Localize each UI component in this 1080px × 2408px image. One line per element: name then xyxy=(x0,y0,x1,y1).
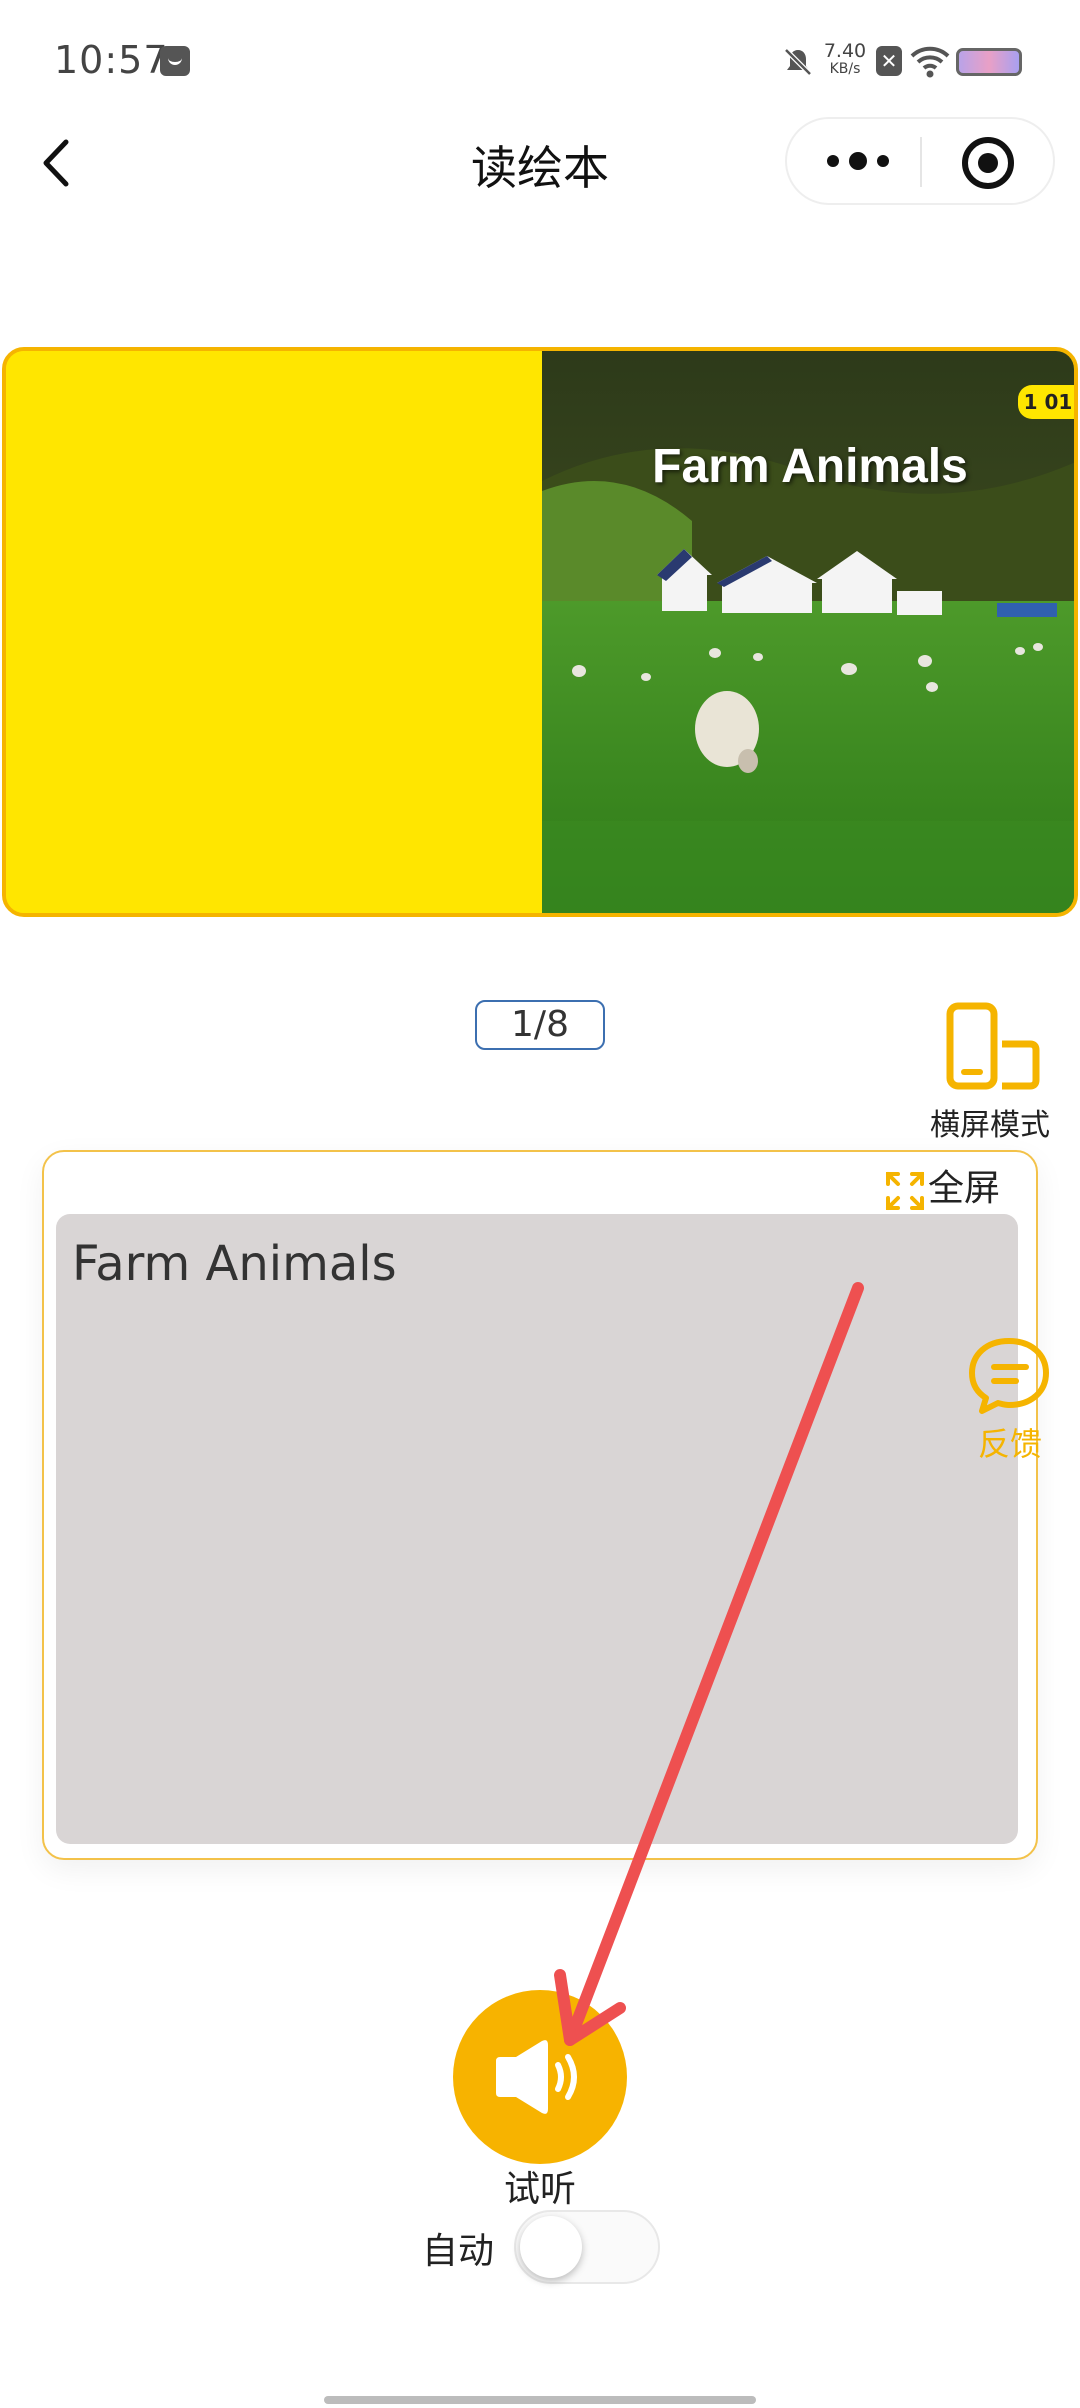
feedback-button[interactable]: 反馈 xyxy=(960,1335,1060,1465)
status-time: 10:57 xyxy=(54,38,169,82)
listen-button[interactable] xyxy=(453,1990,627,2164)
wifi-icon xyxy=(910,46,950,78)
message-icon xyxy=(160,46,190,76)
more-dots-icon xyxy=(826,155,839,167)
page-indicator: 1/8 xyxy=(475,1000,605,1050)
cover-title: Farm Animals xyxy=(652,440,968,493)
listen-label: 试听 xyxy=(503,2169,576,2210)
home-indicator xyxy=(324,2396,756,2404)
page-text-panel: Farm Animals xyxy=(56,1214,1018,1844)
reading-text-card: 全屏 Farm Animals xyxy=(42,1150,1038,1860)
page-badge: 1 01 xyxy=(1018,385,1074,419)
fullscreen-button[interactable]: 全屏 xyxy=(884,1164,1034,1214)
toggle-knob xyxy=(520,2216,582,2278)
network-speed-unit: KB/s xyxy=(829,61,861,77)
network-speed-value: 7.40 xyxy=(823,40,867,62)
target-circle-icon[interactable] xyxy=(958,133,1018,193)
mute-bell-icon xyxy=(784,48,812,76)
chat-bubble-icon xyxy=(969,1338,1049,1414)
capsule-divider xyxy=(920,137,922,187)
auto-play-toggle[interactable] xyxy=(514,2210,660,2284)
speaker-icon xyxy=(496,2040,577,2114)
expand-icon xyxy=(886,1172,924,1210)
picture-book-spread[interactable]: Farm Animals 1 01 xyxy=(2,347,1078,917)
close-box-icon: ✕ xyxy=(876,46,902,76)
page-text: Farm Animals xyxy=(72,1236,397,1292)
battery-icon xyxy=(956,48,1022,76)
network-speed: 7.40 KB/s xyxy=(820,42,870,78)
landscape-mode-button[interactable]: 横屏模式 xyxy=(920,990,1060,1150)
book-cover-page: Farm Animals 1 01 xyxy=(542,351,1074,913)
more-button[interactable] xyxy=(810,128,905,194)
book-left-page xyxy=(6,351,542,913)
auto-play-label: 自动 xyxy=(422,2231,495,2272)
fullscreen-label: 全屏 xyxy=(928,1168,1001,1209)
landscape-mode-label: 横屏模式 xyxy=(930,1108,1050,1143)
farm-photo-image xyxy=(542,351,1074,913)
phone-landscape-icon xyxy=(946,1002,1040,1090)
feedback-label: 反馈 xyxy=(977,1425,1042,1463)
